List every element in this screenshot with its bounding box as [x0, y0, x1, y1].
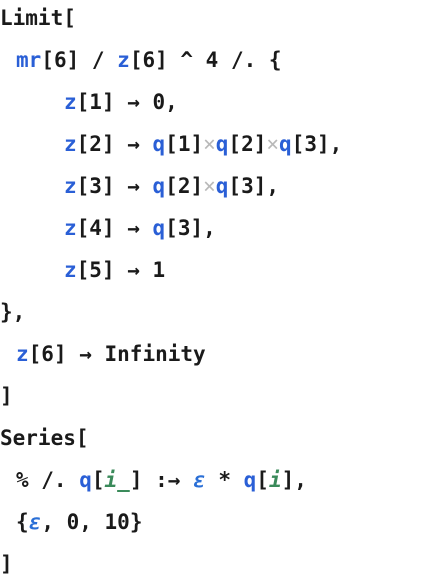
- code-token: ] :→: [129, 468, 194, 492]
- code-token: q: [215, 174, 229, 198]
- code-token: z: [64, 258, 77, 282]
- code-token: q: [79, 468, 92, 492]
- code-line: ]: [0, 375, 13, 417]
- code-token: {: [16, 510, 29, 534]
- code-token: q: [215, 132, 229, 156]
- code-token: Limit[: [0, 6, 76, 30]
- code-token: [3],: [291, 132, 343, 156]
- code-token: Series[: [0, 426, 89, 450]
- code-token: [2]: [228, 132, 267, 156]
- code-token: ×: [203, 132, 216, 156]
- code-line: z[2] → q[1]×q[2]×q[3],: [64, 123, 342, 165]
- code-token: q: [152, 216, 166, 240]
- code-line: mr[6] / z[6] ^ 4 /. {: [16, 39, 282, 81]
- code-line: },: [0, 291, 25, 333]
- code-token: z: [64, 132, 77, 156]
- code-token: z: [64, 216, 77, 240]
- code-token: z: [64, 90, 77, 114]
- code-line: z[3] → q[2]×q[3],: [64, 165, 279, 207]
- code-token: [6] /: [41, 48, 118, 72]
- code-token: *: [205, 468, 244, 492]
- code-token: [3] →: [76, 174, 153, 198]
- code-line: z[4] → q[3],: [64, 207, 216, 249]
- code-token: q: [243, 468, 257, 492]
- code-token: z: [64, 174, 77, 198]
- code-line: Limit[: [0, 0, 76, 39]
- code-token: [1]: [165, 132, 204, 156]
- code-token: i: [268, 468, 282, 492]
- code-token: ε: [193, 468, 206, 492]
- code-token: , 0, 10}: [41, 510, 143, 534]
- code-token: [3],: [228, 174, 279, 198]
- code-token: [6] → Infinity: [28, 342, 206, 366]
- code-token: ×: [266, 132, 280, 156]
- code-line: {ε, 0, 10}: [16, 501, 142, 543]
- code-token: [3],: [165, 216, 216, 240]
- code-token: z: [117, 48, 130, 72]
- code-token: i_: [104, 468, 130, 492]
- code-token: [1] → 0,: [76, 90, 178, 114]
- code-token: [6] ^ 4 /. {: [129, 48, 282, 72]
- code-token: [2]: [165, 174, 204, 198]
- code-token: q: [152, 132, 166, 156]
- code-token: [: [256, 468, 269, 492]
- code-token: [5] → 1: [76, 258, 166, 282]
- code-token: [4] →: [76, 216, 153, 240]
- code-token: },: [0, 300, 26, 324]
- code-token: [2] →: [76, 132, 153, 156]
- code-token: q: [152, 174, 166, 198]
- code-token: [: [91, 468, 105, 492]
- code-line: ]: [0, 543, 13, 585]
- code-token: ×: [203, 174, 216, 198]
- code-token: ],: [281, 468, 307, 492]
- code-token: q: [279, 132, 292, 156]
- code-token: mr: [16, 48, 42, 72]
- code-token: % /.: [16, 468, 80, 492]
- code-token: z: [16, 342, 29, 366]
- code-line: % /. q[i_] :→ ε * q[i],: [16, 459, 307, 501]
- code-line: z[1] → 0,: [64, 81, 178, 123]
- code-line: z[6] → Infinity: [16, 333, 206, 375]
- code-token: ]: [0, 384, 13, 408]
- code-token: ε: [28, 510, 42, 534]
- code-line: z[5] → 1: [64, 249, 165, 291]
- code-token: ]: [0, 552, 13, 576]
- code-line: Series[: [0, 417, 89, 459]
